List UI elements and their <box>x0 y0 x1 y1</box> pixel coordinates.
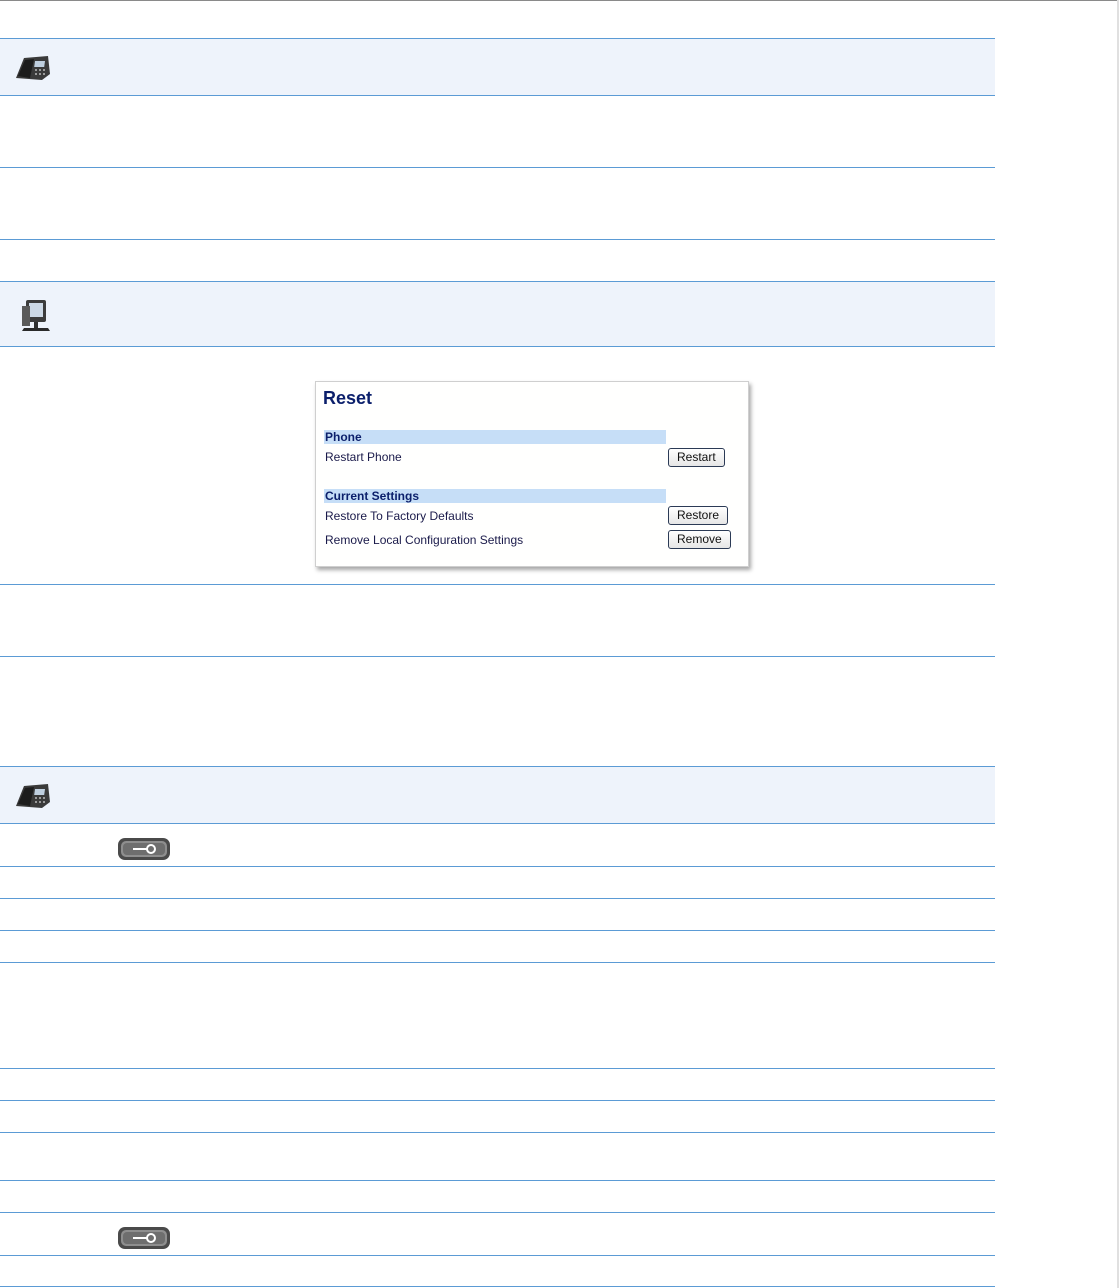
web-ui-header-band <box>0 281 995 347</box>
section-header-phone: Phone <box>324 430 666 444</box>
divider <box>0 1100 995 1101</box>
phone-ui-header-band <box>0 38 995 96</box>
divider <box>0 1132 995 1133</box>
section-header-current-settings: Current Settings <box>324 489 666 503</box>
divider <box>0 1286 995 1287</box>
restart-button[interactable]: Restart <box>668 448 725 467</box>
options-key-icon <box>118 838 170 860</box>
reset-panel: Reset Phone Restart Phone Restart Curren… <box>315 381 749 567</box>
ip-phone-icon <box>16 784 50 808</box>
divider <box>0 1068 995 1069</box>
divider <box>0 239 995 240</box>
remove-local-config-label: Remove Local Configuration Settings <box>325 533 524 547</box>
divider <box>0 1212 995 1213</box>
phone-ui-header-band-2 <box>0 766 995 824</box>
divider <box>0 167 995 168</box>
divider <box>0 656 995 657</box>
options-key-icon <box>118 1227 170 1249</box>
computer-icon <box>22 300 50 331</box>
divider <box>0 584 995 585</box>
divider <box>0 1180 995 1181</box>
reset-title: Reset <box>323 388 373 408</box>
page-top-rule <box>0 0 1119 1</box>
divider <box>0 898 995 899</box>
restart-phone-label: Restart Phone <box>325 450 402 464</box>
remove-button[interactable]: Remove <box>668 530 731 549</box>
divider <box>0 962 995 963</box>
divider <box>0 930 995 931</box>
divider <box>0 866 995 867</box>
ip-phone-icon <box>16 56 50 80</box>
restore-factory-defaults-label: Restore To Factory Defaults <box>325 509 474 523</box>
divider <box>0 1255 995 1256</box>
restore-button[interactable]: Restore <box>668 506 729 525</box>
